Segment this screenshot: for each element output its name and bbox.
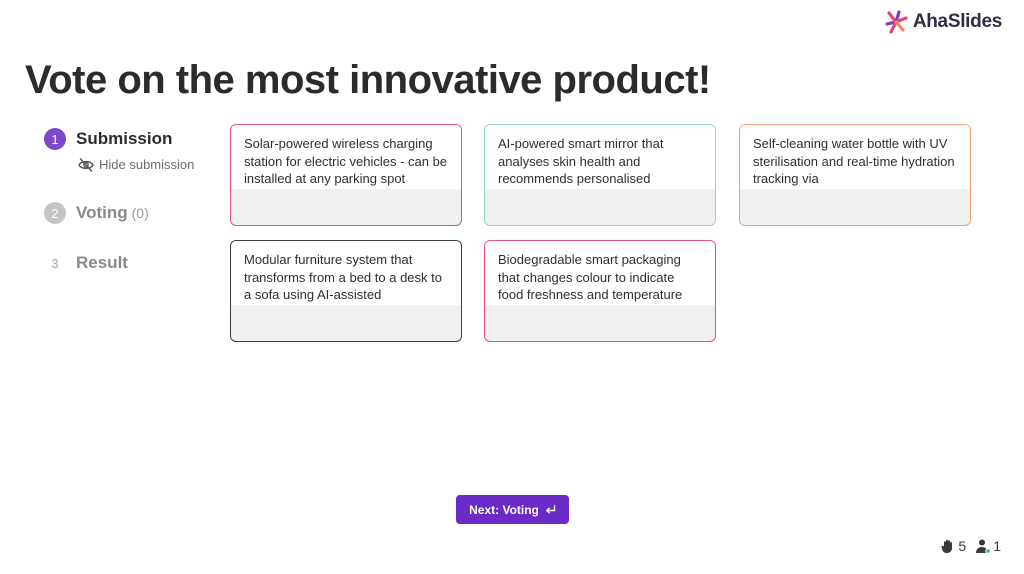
step-submission[interactable]: 1 Submission bbox=[44, 128, 172, 150]
voting-count: (0) bbox=[131, 205, 149, 221]
submission-card[interactable]: Solar-powered wireless charging station … bbox=[230, 124, 462, 226]
submission-card[interactable]: Modular furniture system that transforms… bbox=[230, 240, 462, 342]
next-voting-button[interactable]: Next: Voting bbox=[456, 495, 569, 524]
step-voting[interactable]: 2 Voting (0) bbox=[44, 202, 149, 224]
raised-hands-stat[interactable]: 5 bbox=[940, 538, 966, 554]
ahaslides-logo-text: AhaSlides bbox=[912, 11, 1002, 32]
audience-stats: 5 1 bbox=[940, 538, 1001, 554]
enter-icon bbox=[545, 504, 556, 513]
participants-stat[interactable]: 1 bbox=[975, 538, 1001, 554]
ahaslides-logo-icon bbox=[885, 10, 908, 34]
submission-card[interactable]: AI-powered smart mirror that analyses sk… bbox=[484, 124, 716, 226]
raised-hands-count: 5 bbox=[958, 538, 967, 554]
submission-text: AI-powered smart mirror that analyses sk… bbox=[485, 125, 715, 189]
step-number-2: 2 bbox=[44, 202, 66, 224]
page-title: Vote on the most innovative product! bbox=[25, 58, 711, 102]
eye-slash-icon bbox=[78, 157, 94, 172]
submission-text: Modular furniture system that transforms… bbox=[231, 241, 461, 305]
hand-icon bbox=[941, 539, 953, 553]
next-voting-label: Next: Voting bbox=[469, 502, 539, 517]
submission-card[interactable]: Self-cleaning water bottle with UV steri… bbox=[739, 124, 971, 226]
step-label-result: Result bbox=[76, 253, 128, 272]
step-result[interactable]: 3 Result bbox=[44, 252, 128, 274]
participants-count: 1 bbox=[993, 538, 1001, 554]
step-number-3: 3 bbox=[44, 252, 66, 274]
hide-submission-toggle[interactable]: Hide submission bbox=[78, 157, 194, 172]
step-label-submission: Submission bbox=[76, 129, 173, 148]
submission-card[interactable]: Biodegradable smart packaging that chang… bbox=[484, 240, 716, 342]
ahaslides-logo: AhaSlides bbox=[883, 9, 1002, 35]
submission-text: Self-cleaning water bottle with UV steri… bbox=[740, 125, 970, 189]
step-label-voting: Voting bbox=[76, 203, 128, 222]
participant-icon bbox=[976, 539, 992, 554]
step-number-1: 1 bbox=[44, 128, 66, 150]
hide-submission-label: Hide submission bbox=[99, 157, 195, 172]
submission-text: Solar-powered wireless charging station … bbox=[231, 125, 461, 189]
submission-text: Biodegradable smart packaging that chang… bbox=[485, 241, 715, 305]
